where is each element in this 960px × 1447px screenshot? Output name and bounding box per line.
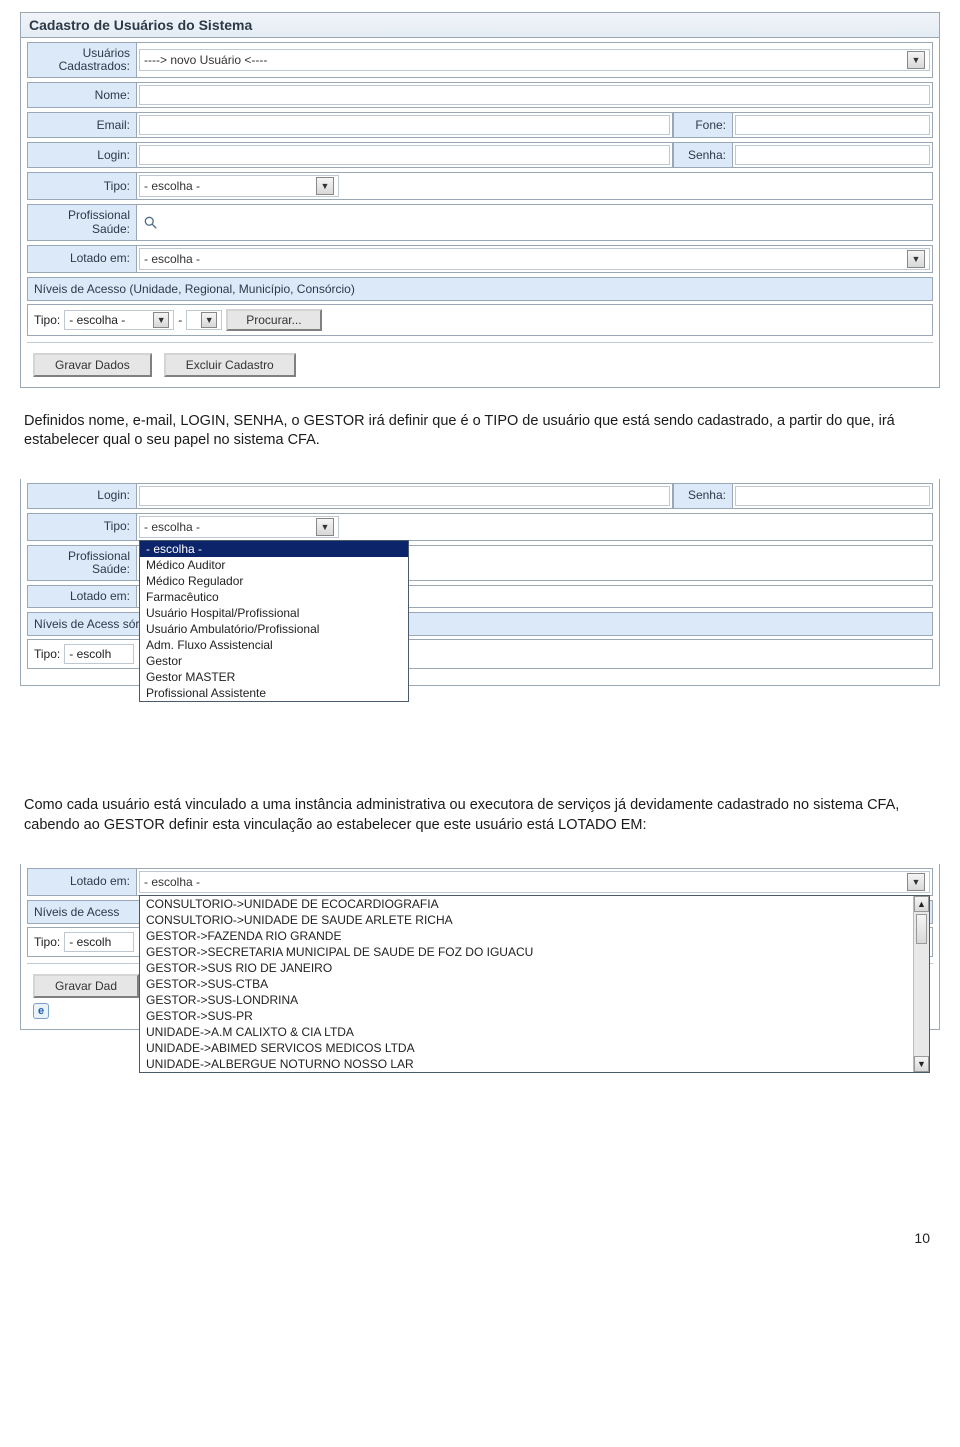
filter-tipo-value: - escolha - bbox=[69, 313, 149, 327]
lotado-option[interactable]: CONSULTORIO->UNIDADE DE ECOCARDIOGRAFIA bbox=[140, 896, 929, 912]
filter-tipo-select-partial[interactable]: - escolh bbox=[64, 932, 134, 952]
page-number: 10 bbox=[20, 1230, 930, 1246]
filter-tipo-label: Tipo: bbox=[34, 313, 60, 327]
divider bbox=[27, 342, 933, 343]
chevron-down-icon[interactable]: ▼ bbox=[907, 250, 925, 268]
form-title: Cadastro de Usuários do Sistema bbox=[21, 13, 939, 38]
filter-tipo-select[interactable]: - escolha - ▼ bbox=[64, 310, 174, 330]
filter-tipo-value-partial: - escolh bbox=[69, 647, 129, 661]
scroll-thumb[interactable] bbox=[916, 914, 927, 944]
tipo-option[interactable]: Adm. Fluxo Assistencial bbox=[140, 637, 408, 653]
senha-input[interactable] bbox=[735, 145, 930, 165]
excluir-cadastro-button[interactable]: Excluir Cadastro bbox=[164, 353, 296, 377]
scroll-down-icon[interactable]: ▼ bbox=[914, 1056, 929, 1072]
tipo-select-expanded[interactable]: - escolha - ▼ bbox=[139, 516, 339, 538]
lotado-option[interactable]: GESTOR->SUS RIO DE JANEIRO bbox=[140, 960, 929, 976]
tipo-option[interactable]: Gestor bbox=[140, 653, 408, 669]
ie-icon: e bbox=[33, 1003, 49, 1019]
usuarios-cadastrados-value: ----> novo Usuário <---- bbox=[144, 53, 903, 67]
lotado-option[interactable]: GESTOR->SECRETARIA MUNICIPAL DE SAUDE DE… bbox=[140, 944, 929, 960]
filter-tipo-value-partial: - escolh bbox=[69, 935, 129, 949]
lotado-em-value: - escolha - bbox=[144, 252, 903, 266]
paragraph-2: Como cada usuário está vinculado a uma i… bbox=[24, 796, 936, 835]
login-input[interactable] bbox=[139, 145, 670, 165]
tipo-option[interactable]: Profissional Assistente bbox=[140, 685, 408, 701]
lotado-em-label: Lotado em: bbox=[27, 868, 137, 896]
filter-row: Tipo: - escolha - ▼ - ▼ Procurar... bbox=[27, 304, 933, 336]
lotado-em-select-expanded[interactable]: - escolha - ▼ bbox=[139, 871, 930, 893]
chevron-down-icon[interactable]: ▼ bbox=[316, 177, 334, 195]
usuarios-cadastrados-label: Usuários Cadastrados: bbox=[27, 42, 137, 78]
nome-input[interactable] bbox=[139, 85, 930, 105]
form-screenshot-2: Login: Senha: Tipo: - escolha - ▼ - esco… bbox=[20, 479, 940, 687]
tipo-option[interactable]: Farmacêutico bbox=[140, 589, 408, 605]
profissional-saude-label: Profissional Saúde: bbox=[27, 545, 137, 581]
form-screenshot-3: Lotado em: - escolha - ▼ CONSULTORIO->UN… bbox=[20, 864, 940, 1030]
tipo-dropdown-list[interactable]: - escolha -Médico AuditorMédico Regulado… bbox=[139, 540, 409, 702]
lotado-option[interactable]: GESTOR->SUS-LONDRINA bbox=[140, 992, 929, 1008]
senha-input[interactable] bbox=[735, 486, 930, 506]
tipo-option[interactable]: Médico Auditor bbox=[140, 557, 408, 573]
tipo-option[interactable]: Médico Regulador bbox=[140, 573, 408, 589]
lotado-option[interactable]: GESTOR->SUS-PR bbox=[140, 1008, 929, 1024]
email-input[interactable] bbox=[139, 115, 670, 135]
tipo-value: - escolha - bbox=[144, 520, 312, 534]
lotado-em-label: Lotado em: bbox=[27, 245, 137, 273]
chevron-down-icon[interactable]: ▼ bbox=[153, 312, 169, 328]
lotado-option[interactable]: GESTOR->FAZENDA RIO GRANDE bbox=[140, 928, 929, 944]
tipo-label: Tipo: bbox=[27, 172, 137, 200]
tipo-value: - escolha - bbox=[144, 179, 312, 193]
tipo-option[interactable]: Usuário Hospital/Profissional bbox=[140, 605, 408, 621]
filter-tipo-label: Tipo: bbox=[34, 935, 60, 949]
scrollbar[interactable]: ▲ ▼ bbox=[913, 896, 929, 1072]
senha-label: Senha: bbox=[673, 483, 733, 509]
lotado-option[interactable]: CONSULTORIO->UNIDADE DE SAUDE ARLETE RIC… bbox=[140, 912, 929, 928]
lotado-em-select[interactable]: - escolha - ▼ bbox=[139, 248, 930, 270]
procurar-button[interactable]: Procurar... bbox=[226, 309, 321, 331]
tipo-option[interactable]: - escolha - bbox=[140, 541, 408, 557]
paragraph-1: Definidos nome, e-mail, LOGIN, SENHA, o … bbox=[24, 412, 936, 451]
gravar-dados-button-partial[interactable]: Gravar Dad bbox=[33, 974, 139, 998]
lotado-em-label: Lotado em: bbox=[27, 585, 137, 608]
fone-label: Fone: bbox=[673, 112, 733, 138]
lotado-em-value: - escolha - bbox=[144, 875, 903, 889]
login-label: Login: bbox=[27, 142, 137, 168]
filter-sub-select[interactable]: ▼ bbox=[186, 310, 222, 330]
profissional-saude-label: Profissional Saúde: bbox=[27, 204, 137, 240]
tipo-option[interactable]: Usuário Ambulatório/Profissional bbox=[140, 621, 408, 637]
filter-tipo-label: Tipo: bbox=[34, 647, 60, 661]
scroll-up-icon[interactable]: ▲ bbox=[914, 896, 929, 912]
filter-separator: - bbox=[178, 313, 182, 327]
gravar-dados-button[interactable]: Gravar Dados bbox=[33, 353, 152, 377]
form-screenshot-1: Cadastro de Usuários do Sistema Usuários… bbox=[20, 12, 940, 388]
lotado-em-dropdown-list[interactable]: CONSULTORIO->UNIDADE DE ECOCARDIOGRAFIAC… bbox=[139, 895, 930, 1073]
tipo-label: Tipo: bbox=[27, 513, 137, 541]
niveis-acesso-header: Níveis de Acesso (Unidade, Regional, Mun… bbox=[27, 277, 933, 301]
login-input[interactable] bbox=[139, 486, 670, 506]
chevron-down-icon[interactable]: ▼ bbox=[907, 51, 925, 69]
lotado-option[interactable]: UNIDADE->ALBERGUE NOTURNO NOSSO LAR bbox=[140, 1056, 929, 1072]
chevron-down-icon[interactable]: ▼ bbox=[316, 518, 334, 536]
email-label: Email: bbox=[27, 112, 137, 138]
lotado-option[interactable]: UNIDADE->A.M CALIXTO & CIA LTDA bbox=[140, 1024, 929, 1040]
usuarios-cadastrados-select[interactable]: ----> novo Usuário <---- ▼ bbox=[139, 49, 930, 71]
fone-input[interactable] bbox=[735, 115, 930, 135]
lotado-option[interactable]: GESTOR->SUS-CTBA bbox=[140, 976, 929, 992]
senha-label: Senha: bbox=[673, 142, 733, 168]
tipo-option[interactable]: Gestor MASTER bbox=[140, 669, 408, 685]
login-label: Login: bbox=[27, 483, 137, 509]
chevron-down-icon[interactable]: ▼ bbox=[201, 312, 217, 328]
filter-tipo-select-partial[interactable]: - escolh bbox=[64, 644, 134, 664]
nome-label: Nome: bbox=[27, 82, 137, 108]
chevron-down-icon[interactable]: ▼ bbox=[907, 873, 925, 891]
lotado-option[interactable]: UNIDADE->ABIMED SERVICOS MEDICOS LTDA bbox=[140, 1040, 929, 1056]
tipo-select[interactable]: - escolha - ▼ bbox=[139, 175, 339, 197]
search-icon[interactable] bbox=[143, 215, 159, 231]
